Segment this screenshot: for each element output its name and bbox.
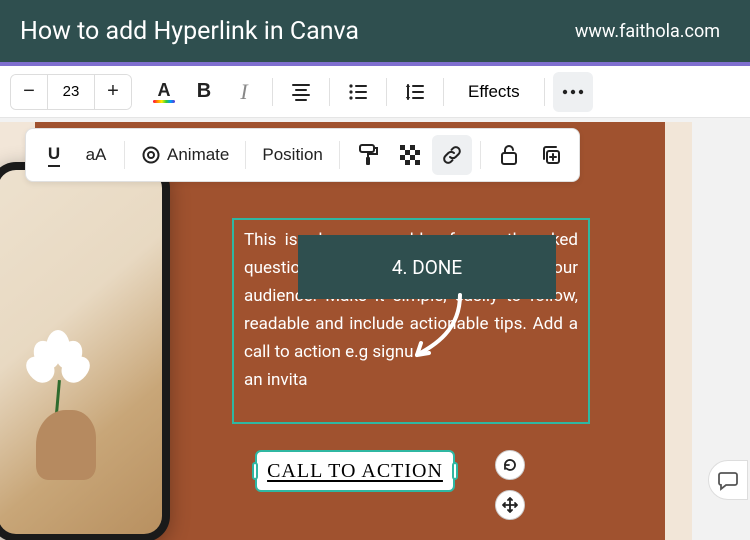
cta-text[interactable]: CALL TO ACTION	[267, 460, 443, 483]
position-button[interactable]: Position	[254, 135, 330, 175]
font-size-increase-button[interactable]: +	[95, 74, 131, 110]
text-case-icon: aA	[86, 145, 107, 165]
more-button[interactable]	[553, 72, 593, 112]
hand-graphic	[36, 410, 96, 480]
effects-label: Effects	[468, 82, 520, 101]
divider	[386, 78, 387, 106]
divider	[329, 78, 330, 106]
underline-button[interactable]: U	[34, 135, 74, 175]
bold-icon: B	[197, 80, 211, 103]
tutorial-title: How to add Hyperlink in Canva	[20, 17, 359, 46]
list-button[interactable]	[338, 72, 378, 112]
main-toolbar: − + A B I Effects	[0, 62, 750, 118]
transparency-button[interactable]	[390, 135, 430, 175]
secondary-toolbar: U aA Animate Position	[25, 128, 580, 182]
effects-button[interactable]: Effects	[452, 72, 536, 112]
link-button[interactable]	[432, 135, 472, 175]
tutorial-step-label: 4. DONE	[392, 256, 462, 279]
move-icon	[502, 497, 518, 513]
spacing-icon	[405, 83, 425, 101]
lock-button[interactable]	[489, 135, 529, 175]
divider	[443, 78, 444, 106]
feedback-button[interactable]	[708, 460, 748, 500]
resize-handle-left[interactable]	[252, 462, 258, 480]
list-icon	[348, 84, 368, 100]
resize-handle-right[interactable]	[452, 462, 458, 480]
divider	[124, 141, 125, 169]
spacing-button[interactable]	[395, 72, 435, 112]
font-size-decrease-button[interactable]: −	[11, 74, 47, 110]
duplicate-icon	[541, 145, 561, 165]
position-label: Position	[262, 145, 322, 165]
divider	[339, 141, 340, 169]
align-center-icon	[291, 83, 311, 101]
divider	[544, 78, 545, 106]
text-color-icon: A	[153, 81, 175, 103]
move-handle[interactable]	[495, 490, 525, 520]
style-copy-button[interactable]	[348, 135, 388, 175]
rotate-handle[interactable]	[495, 450, 525, 480]
divider	[272, 78, 273, 106]
font-size-group: − +	[10, 74, 132, 110]
phone-screen-image	[0, 170, 162, 534]
divider	[245, 141, 246, 169]
italic-icon: I	[240, 79, 247, 105]
unlock-icon	[499, 144, 519, 166]
paint-roller-icon	[358, 144, 378, 166]
more-icon	[562, 89, 584, 95]
underline-icon: U	[48, 144, 60, 167]
design-stage[interactable]: — — — — — This is where you add a freque…	[0, 122, 692, 540]
duplicate-button[interactable]	[531, 135, 571, 175]
text-case-button[interactable]: aA	[76, 135, 116, 175]
annotation-arrow-icon	[405, 290, 475, 370]
link-icon	[441, 144, 463, 166]
phone-mockup[interactable]	[0, 162, 170, 540]
bold-button[interactable]: B	[184, 72, 224, 112]
chat-icon	[717, 469, 739, 491]
cta-element[interactable]: CALL TO ACTION	[255, 450, 455, 492]
animate-button[interactable]: Animate	[133, 135, 237, 175]
tutorial-source-url: www.faithola.com	[575, 21, 720, 42]
rotate-icon	[502, 457, 518, 473]
alignment-button[interactable]	[281, 72, 321, 112]
tutorial-header: How to add Hyperlink in Canva www.faitho…	[0, 0, 750, 62]
font-size-input[interactable]	[47, 75, 95, 109]
transparency-icon	[400, 145, 420, 165]
text-color-button[interactable]: A	[144, 72, 184, 112]
animate-icon	[141, 145, 161, 165]
italic-button[interactable]: I	[224, 72, 264, 112]
animate-label: Animate	[167, 145, 229, 165]
divider	[480, 141, 481, 169]
